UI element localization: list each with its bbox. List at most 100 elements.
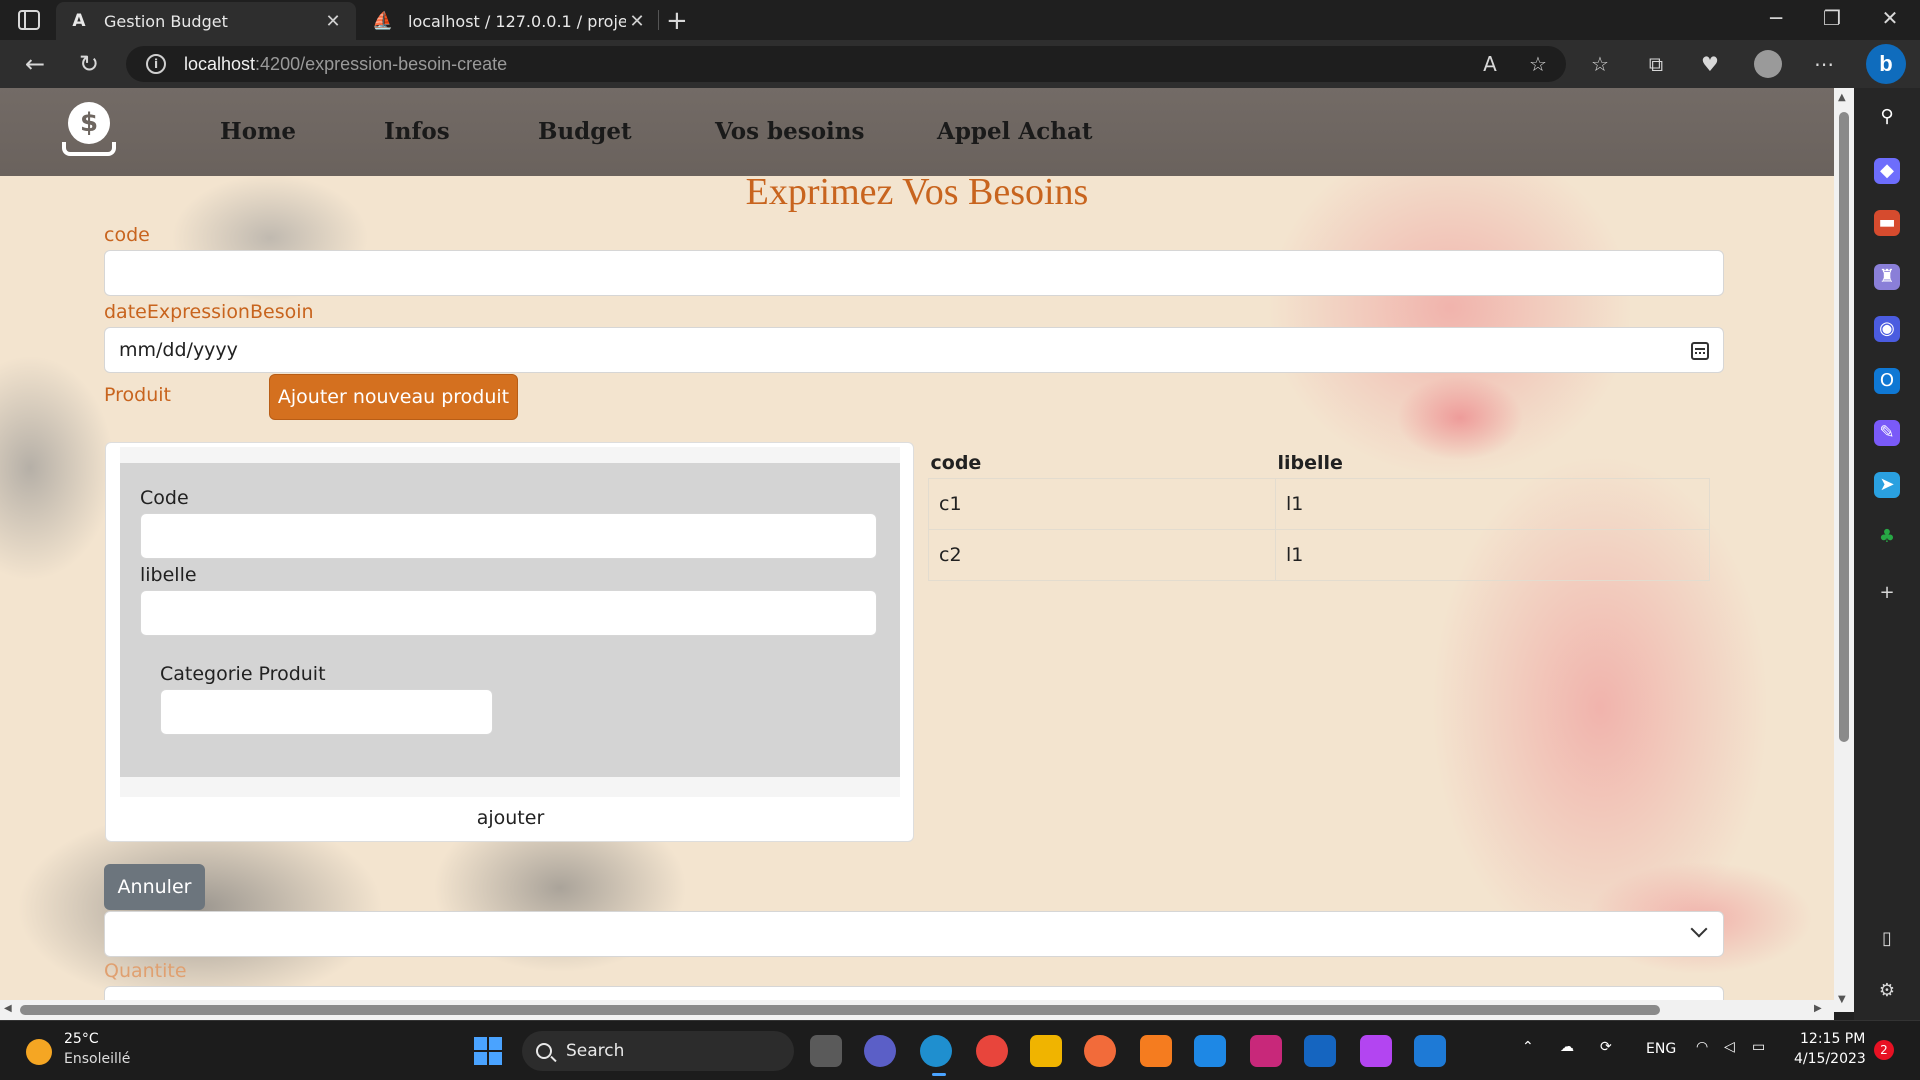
product-libelle-input[interactable] — [140, 590, 877, 636]
sync-icon[interactable]: ⟳ — [1600, 1039, 1612, 1055]
file-explorer-icon[interactable] — [1030, 1035, 1062, 1067]
send-icon[interactable]: ➤ — [1874, 472, 1900, 498]
bing-copilot-icon[interactable]: b — [1866, 44, 1906, 84]
table-row: c1 l1 — [928, 477, 1710, 530]
annuler-button[interactable]: Annuler — [104, 864, 205, 910]
weather-temperature[interactable]: 25°C — [64, 1031, 99, 1047]
volume-icon[interactable]: ◁ — [1724, 1039, 1735, 1055]
ajouter-button[interactable]: ajouter — [106, 807, 915, 829]
date-input[interactable]: mm/dd/yyyy — [104, 327, 1724, 373]
security-shield-icon[interactable] — [1304, 1035, 1336, 1067]
back-icon[interactable]: ← — [20, 50, 50, 78]
intellij-icon[interactable] — [1250, 1035, 1282, 1067]
clock-time[interactable]: 12:15 PM — [1800, 1031, 1865, 1047]
hide-sidebar-icon[interactable]: ▯ — [1874, 926, 1900, 952]
tools-icon[interactable]: ▬ — [1874, 210, 1900, 236]
close-tab-icon[interactable]: ✕ — [322, 11, 344, 32]
onedrive-cloud-icon[interactable]: ☁ — [1560, 1039, 1574, 1055]
weather-description[interactable]: Ensoleillé — [64, 1051, 130, 1067]
favorites-icon[interactable]: ☆ — [1586, 50, 1614, 78]
tab-title: localhost / 127.0.0.1 / project / p — [408, 11, 626, 31]
card-footer — [120, 777, 900, 797]
address-bar-row: ← ↻ i localhost:4200/expression-besoin-c… — [0, 40, 1920, 88]
table-cell: l1 — [1275, 477, 1710, 530]
start-windows-icon[interactable] — [474, 1037, 502, 1065]
budget-logo-icon[interactable]: $ — [62, 102, 116, 158]
search-label: Search — [566, 1041, 625, 1061]
browser-essentials-icon[interactable]: ♥ — [1696, 50, 1724, 78]
notification-badge[interactable]: 2 — [1874, 1040, 1894, 1060]
vscode-icon[interactable] — [1414, 1035, 1446, 1067]
search-icon[interactable]: ⚲ — [1874, 104, 1900, 130]
nav-vos-besoins[interactable]: Vos besoins — [715, 118, 864, 145]
designer-icon[interactable]: ✎ — [1874, 420, 1900, 446]
clock-date[interactable]: 4/15/2023 — [1794, 1051, 1866, 1067]
collections-icon[interactable]: ⧉ — [1642, 50, 1670, 78]
teams-chat-icon[interactable] — [864, 1035, 896, 1067]
code-label: code — [104, 224, 150, 246]
nav-home[interactable]: Home — [220, 118, 296, 145]
sidebar-settings-icon[interactable]: ⚙ — [1874, 978, 1900, 1004]
product-code-input[interactable] — [140, 513, 877, 559]
scroll-right-icon[interactable]: ▶ — [1814, 1003, 1822, 1014]
outlook-icon[interactable]: O — [1874, 368, 1900, 394]
close-tab-icon[interactable]: ✕ — [626, 11, 648, 32]
add-favorite-icon[interactable]: ☆ — [1524, 50, 1552, 78]
xampp-icon[interactable] — [1140, 1035, 1172, 1067]
phpmyadmin-favicon-icon: ⛵ — [372, 11, 394, 31]
taskbar: 25°C Ensoleillé Search ⌃ ☁ ⟳ ENG ◠ ◁ ▭ 1… — [0, 1020, 1920, 1080]
nav-appel-achat[interactable]: Appel Achat — [937, 118, 1093, 145]
restore-icon[interactable]: ❐ — [1812, 6, 1852, 30]
scroll-left-icon[interactable]: ◀ — [4, 1003, 12, 1014]
scroll-down-icon[interactable]: ▼ — [1838, 994, 1846, 1005]
add-sidebar-app-icon[interactable]: + — [1874, 580, 1900, 606]
site-info-icon[interactable]: i — [146, 54, 166, 74]
url-field[interactable]: i localhost:4200/expression-besoin-creat… — [126, 46, 1566, 82]
phpstorm-icon[interactable] — [1360, 1035, 1392, 1067]
nav-budget[interactable]: Budget — [538, 118, 632, 145]
show-hidden-icons-icon[interactable]: ⌃ — [1522, 1039, 1534, 1055]
categorie-produit-input[interactable] — [160, 689, 493, 735]
close-window-icon[interactable]: ✕ — [1870, 6, 1910, 30]
scroll-up-icon[interactable]: ▲ — [1838, 92, 1846, 103]
url-host: localhost — [184, 53, 256, 74]
minimize-icon[interactable]: ─ — [1756, 6, 1796, 30]
code-input[interactable] — [104, 250, 1724, 296]
chrome-icon[interactable] — [976, 1035, 1008, 1067]
horizontal-scrollbar[interactable]: ◀ ▶ — [0, 1000, 1834, 1020]
product-select[interactable] — [104, 911, 1724, 957]
shopping-icon[interactable]: ◆ — [1874, 158, 1900, 184]
products-table: code libelle c1 l1 c2 l1 — [928, 442, 1710, 581]
horizontal-scroll-thumb[interactable] — [20, 1005, 1660, 1015]
taskbar-search[interactable]: Search — [522, 1031, 794, 1071]
games-icon[interactable]: ♜ — [1874, 264, 1900, 290]
app-navbar: $ Home Infos Budget Vos besoins Appel Ac… — [0, 88, 1834, 176]
webstorm-icon[interactable] — [1194, 1035, 1226, 1067]
postman-icon[interactable] — [1084, 1035, 1116, 1067]
language-indicator[interactable]: ENG — [1646, 1041, 1676, 1057]
tab-phpmyadmin[interactable]: ⛵ localhost / 127.0.0.1 / project / p ✕ — [360, 2, 660, 40]
edge-browser-icon[interactable] — [920, 1035, 952, 1067]
read-aloud-icon[interactable]: A — [1476, 50, 1504, 78]
calendar-icon[interactable] — [1691, 342, 1709, 360]
nav-infos[interactable]: Infos — [384, 118, 450, 145]
microsoft-365-icon[interactable]: ◉ — [1874, 316, 1900, 342]
tree-icon[interactable]: ♣ — [1874, 524, 1900, 550]
tab-actions-icon[interactable] — [18, 10, 40, 30]
profile-avatar-icon[interactable] — [1754, 50, 1782, 78]
refresh-icon[interactable]: ↻ — [74, 50, 104, 78]
battery-icon[interactable]: ▭ — [1752, 1039, 1765, 1055]
more-options-icon[interactable]: ⋯ — [1810, 50, 1838, 78]
page-title: Exprimez Vos Besoins — [745, 171, 1089, 213]
tab-gestion-budget[interactable]: A Gestion Budget ✕ — [56, 2, 356, 40]
task-view-icon[interactable] — [810, 1035, 842, 1067]
new-tab-icon[interactable]: + — [666, 6, 688, 36]
vertical-scroll-thumb[interactable] — [1839, 112, 1849, 742]
add-product-button[interactable]: Ajouter nouveau produit — [269, 374, 518, 420]
tab-title: Gestion Budget — [104, 11, 228, 31]
wifi-icon[interactable]: ◠ — [1696, 1039, 1708, 1055]
vertical-scrollbar[interactable]: ▲ ▼ — [1834, 88, 1854, 1012]
edge-sidebar: ⚲ ◆ ▬ ♜ ◉ O ✎ ➤ ♣ + ▯ ⚙ — [1854, 88, 1920, 1020]
page-viewport: $ Home Infos Budget Vos besoins Appel Ac… — [0, 88, 1834, 1012]
sun-weather-icon[interactable] — [26, 1039, 52, 1065]
